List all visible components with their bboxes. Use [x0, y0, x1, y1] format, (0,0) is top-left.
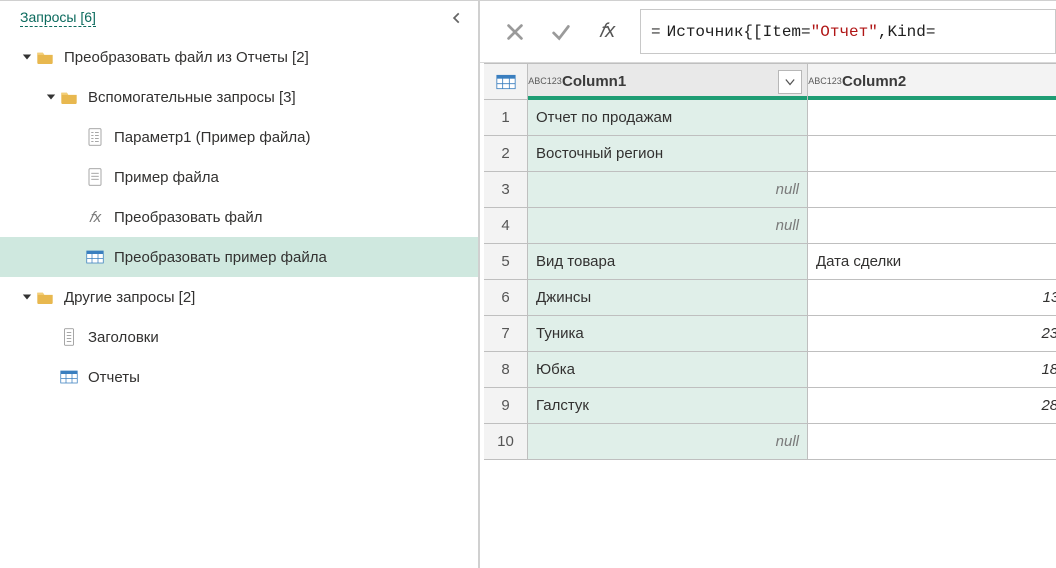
- parameter-icon: [84, 128, 106, 146]
- folder-icon: [34, 290, 56, 304]
- tree-item-label: Отчеты: [88, 369, 140, 386]
- formula-v1: "Отчет": [811, 23, 878, 41]
- data-cell[interactable]: 23.10: [808, 316, 1056, 352]
- queries-sidebar: Запросы [6] Преобразовать файл из Отчеты…: [0, 1, 480, 568]
- data-cell[interactable]: Юбка: [528, 352, 808, 388]
- column-header-0[interactable]: ABC123 Column1: [528, 64, 808, 100]
- folder-icon: [34, 50, 56, 64]
- list-icon: [58, 328, 80, 346]
- data-grid: ABC123 Column1 ABC123 Column2 1Отчет по прод…: [484, 63, 1056, 460]
- data-cell[interactable]: [808, 172, 1056, 208]
- column-quality-bar: [808, 96, 1056, 100]
- data-cell[interactable]: Восточный регион: [528, 136, 808, 172]
- chevron-left-icon: [450, 11, 464, 25]
- tree-item-6[interactable]: Другие запросы [2]: [0, 277, 478, 317]
- tree-item-4[interactable]: 𝑓x Преобразовать файл: [0, 197, 478, 237]
- main-area: 𝑓x = Источник {[ Item = "Отчет" , Kind =…: [480, 1, 1056, 568]
- formula-eq: =: [651, 23, 661, 41]
- queries-tree: Преобразовать файл из Отчеты [2] Вспомога…: [0, 31, 478, 407]
- data-cell[interactable]: [808, 424, 1056, 460]
- row-header[interactable]: 8: [484, 352, 528, 388]
- expand-caret-icon[interactable]: [20, 52, 34, 62]
- tree-item-3[interactable]: Пример файла: [0, 157, 478, 197]
- data-cell[interactable]: [808, 100, 1056, 136]
- row-header[interactable]: 9: [484, 388, 528, 424]
- formula-toolbar: 𝑓x = Источник {[ Item = "Отчет" , Kind =: [480, 1, 1056, 63]
- data-cell[interactable]: Туника: [528, 316, 808, 352]
- x-icon: [504, 21, 526, 43]
- tree-item-8[interactable]: Отчеты: [0, 357, 478, 397]
- document-icon: [84, 168, 106, 186]
- row-header[interactable]: 1: [484, 100, 528, 136]
- tree-item-label: Заголовки: [88, 329, 159, 346]
- data-cell[interactable]: [808, 208, 1056, 244]
- tree-item-label: Другие запросы [2]: [64, 289, 195, 306]
- data-cell[interactable]: Джинсы: [528, 280, 808, 316]
- null-value: null: [776, 181, 799, 198]
- data-grid-wrap: ABC123 Column1 ABC123 Column2 1Отчет по прод…: [480, 63, 1056, 568]
- tree-item-2[interactable]: Параметр1 (Пример файла): [0, 117, 478, 157]
- tree-item-1[interactable]: Вспомогательные запросы [3]: [0, 77, 478, 117]
- tree-item-label: Преобразовать файл: [114, 209, 262, 226]
- data-cell[interactable]: null: [528, 172, 808, 208]
- data-cell[interactable]: 13.11: [808, 280, 1056, 316]
- data-cell[interactable]: Отчет по продажам: [528, 100, 808, 136]
- column-header-label: Column2: [842, 73, 906, 90]
- data-cell[interactable]: Дата сделки: [808, 244, 1056, 280]
- formula-sep: ,: [878, 23, 888, 41]
- formula-fn: Источник: [667, 23, 744, 41]
- data-cell[interactable]: Вид товара: [528, 244, 808, 280]
- fx-button[interactable]: 𝑓x: [584, 9, 630, 54]
- data-cell[interactable]: 28.04: [808, 388, 1056, 424]
- row-header[interactable]: 2: [484, 136, 528, 172]
- data-cell[interactable]: 18.10: [808, 352, 1056, 388]
- sidebar-title[interactable]: Запросы [6]: [20, 9, 96, 27]
- sidebar-collapse-button[interactable]: [446, 7, 468, 29]
- datatype-any-icon[interactable]: ABC123: [534, 71, 556, 93]
- formula-input[interactable]: = Источник {[ Item = "Отчет" , Kind =: [640, 9, 1056, 54]
- row-header[interactable]: 3: [484, 172, 528, 208]
- row-header[interactable]: 7: [484, 316, 528, 352]
- table-icon: [58, 370, 80, 384]
- tree-item-7[interactable]: Заголовки: [0, 317, 478, 357]
- row-header[interactable]: 4: [484, 208, 528, 244]
- data-cell[interactable]: null: [528, 208, 808, 244]
- select-all-corner[interactable]: [484, 64, 528, 100]
- tree-item-0[interactable]: Преобразовать файл из Отчеты [2]: [0, 37, 478, 77]
- discard-button[interactable]: [492, 9, 538, 54]
- formula-k2: Kind: [887, 23, 925, 41]
- data-cell[interactable]: Галстук: [528, 388, 808, 424]
- tree-item-label: Параметр1 (Пример файла): [114, 129, 311, 146]
- tree-item-label: Вспомогательные запросы [3]: [88, 89, 296, 106]
- column-header-1[interactable]: ABC123 Column2: [808, 64, 1056, 100]
- null-value: null: [776, 217, 799, 234]
- function-icon: 𝑓x: [84, 209, 106, 226]
- data-cell[interactable]: null: [528, 424, 808, 460]
- row-header[interactable]: 6: [484, 280, 528, 316]
- table-icon: [84, 250, 106, 264]
- expand-caret-icon[interactable]: [44, 92, 58, 102]
- null-value: null: [776, 433, 799, 450]
- row-header[interactable]: 5: [484, 244, 528, 280]
- app-root: Запросы [6] Преобразовать файл из Отчеты…: [0, 0, 1056, 568]
- column-header-label: Column1: [562, 73, 626, 90]
- formula-k1: Item: [763, 23, 801, 41]
- check-icon: [550, 21, 572, 43]
- formula-open: {[: [743, 23, 762, 41]
- row-header[interactable]: 10: [484, 424, 528, 460]
- sidebar-header: Запросы [6]: [0, 1, 478, 31]
- datatype-any-icon[interactable]: ABC123: [814, 71, 836, 93]
- expand-caret-icon[interactable]: [20, 292, 34, 302]
- commit-button[interactable]: [538, 9, 584, 54]
- tree-item-label: Пример файла: [114, 169, 219, 186]
- formula-tail: =: [926, 23, 936, 41]
- formula-assign1: =: [801, 23, 811, 41]
- column-quality-bar: [528, 96, 807, 100]
- tree-item-label: Преобразовать пример файла: [114, 249, 327, 266]
- tree-item-5[interactable]: Преобразовать пример файла: [0, 237, 478, 277]
- column-filter-button[interactable]: [778, 70, 802, 94]
- data-cell[interactable]: [808, 136, 1056, 172]
- tree-item-label: Преобразовать файл из Отчеты [2]: [64, 49, 309, 66]
- folder-icon: [58, 90, 80, 104]
